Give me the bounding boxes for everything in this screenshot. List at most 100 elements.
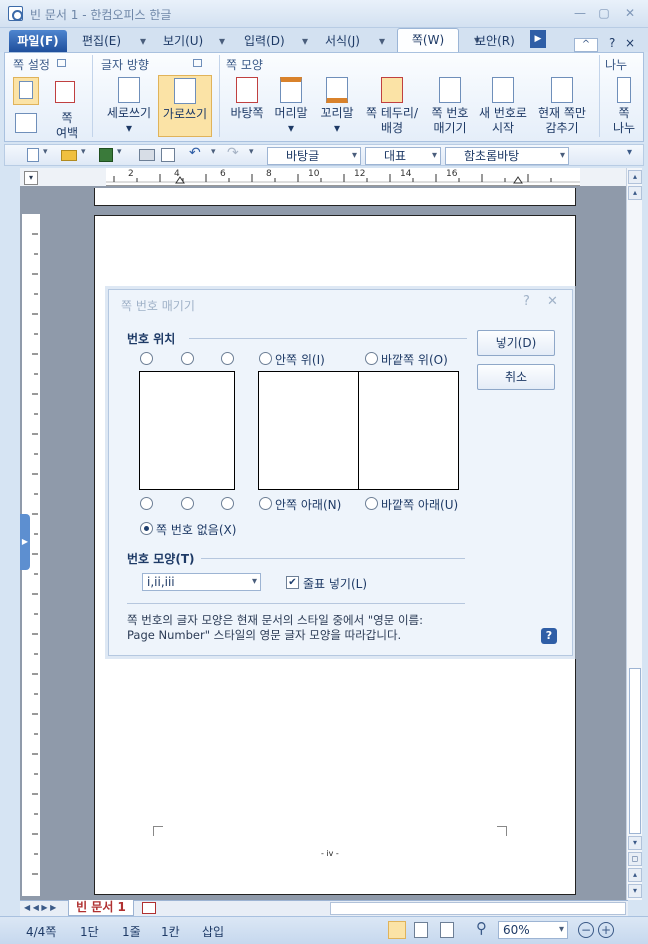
zoom-select[interactable]: 60% [498,921,568,939]
close-icon[interactable]: ✕ [622,6,638,20]
dash-checkbox[interactable]: ✔ [286,576,299,589]
horizontal-writing-button[interactable]: 가로쓰기 [158,75,212,137]
redo-icon[interactable]: ↷ [227,145,239,161]
chevron-down-icon[interactable]: ▾ [135,30,151,52]
restore-icon[interactable]: ▢ [596,6,612,20]
tab-prev-icon[interactable]: ◀ ◀ ▶ ▶ [24,903,56,912]
print-icon[interactable] [139,149,155,161]
page-border-background-button[interactable]: 쪽 테두리/ 배경 [359,77,425,136]
insert-button[interactable]: 넣기(D) [477,330,555,356]
page-border-icon[interactable] [55,81,75,103]
help-icon[interactable]: ? [523,294,530,309]
menu-page[interactable]: 쪽(W) ▾ [397,28,480,53]
menu-security[interactable]: 보안(R) [470,30,520,52]
help-icon[interactable]: ? [604,32,620,54]
horizontal-scrollbar[interactable] [330,902,626,915]
page-number-button[interactable]: 쪽 번호 매기기 [425,77,475,136]
chevron-down-icon[interactable]: ▾ [297,30,313,52]
chevron-down-icon[interactable]: ▾ [211,147,216,157]
hide-page-icon [551,77,573,103]
scroll-prev-page-icon[interactable]: ▴ [628,868,642,882]
quick-access-toolbar: ▾ ▾ ▾ ↶ ▾ ↷ ▾ 바탕글 대표 함초롬바탕 ▾ [4,144,644,166]
menu-format[interactable]: 서식(J) [320,30,365,52]
scroll-next-page-icon[interactable]: ▾ [628,884,642,898]
help-icon[interactable]: ? [541,628,557,644]
vertical-writing-button[interactable]: 세로쓰기 ▾ [103,77,155,136]
radio-outer-bottom[interactable] [365,497,378,510]
radio-bottom-left[interactable] [140,497,153,510]
margin-corner-mark [153,826,163,836]
cancel-button[interactable]: 취소 [477,364,555,390]
new-number-button[interactable]: 새 번호로 시작 [475,77,531,136]
radio-inner-bottom[interactable] [259,497,272,510]
document-tab[interactable]: 빈 문서 1 [68,900,134,916]
menu-edit[interactable]: 편집(E) [77,30,126,52]
radio-top-left[interactable] [140,352,153,365]
header-button[interactable]: 머리말 ▾ [269,77,313,136]
language-select[interactable]: 대표 [365,147,441,165]
save-icon[interactable] [99,148,113,162]
scroll-thumb[interactable] [629,668,641,834]
page-orientation-icon[interactable] [15,113,37,133]
radio-inner-top[interactable] [259,352,272,365]
chevron-down-icon[interactable]: ▾ [117,147,122,157]
window-title: 빈 문서 1 - 한컴오피스 한글 [30,8,172,22]
radio-no-page-number[interactable] [140,522,153,535]
radio-top-right[interactable] [221,352,234,365]
status-insert-mode[interactable]: 삽입 [202,923,224,940]
page-setup-button[interactable] [13,77,39,105]
page-number-icon [439,77,461,103]
dialog-launcher-icon[interactable] [193,59,202,67]
collapse-ribbon-icon[interactable]: ^ [574,38,598,52]
chevron-down-icon[interactable]: ▾ [374,30,390,52]
draft-view-icon[interactable] [440,922,454,938]
radio-top-center[interactable] [181,352,194,365]
page-break-button[interactable]: 쪽 나누 [609,77,639,136]
footer-button[interactable]: 꼬리말 ▾ [315,77,359,136]
style-select[interactable]: 바탕글 [267,147,361,165]
radio-bottom-center[interactable] [181,497,194,510]
page-margin-button[interactable]: 쪽 여백 [49,111,85,141]
scroll-down-icon[interactable]: ▾ [628,836,642,850]
page-view-icon[interactable] [388,921,406,939]
zoom-in-icon[interactable]: + [598,922,614,938]
new-tab-icon[interactable] [142,902,156,914]
radio-outer-top[interactable] [365,352,378,365]
chevron-down-icon[interactable]: ▾ [249,147,254,157]
more-menu-icon[interactable]: ▶ [530,30,546,48]
ruler-toggle-icon[interactable]: ▾ [24,171,38,185]
vertical-scrollbar[interactable]: ▴ ▴ ▾ ◻ ▴ ▾ [626,168,642,900]
scroll-top-icon[interactable]: ▴ [628,170,642,184]
menu-file[interactable]: 파일(F) [9,30,67,52]
new-document-icon[interactable] [27,148,39,162]
zoom-out-icon[interactable]: − [578,922,594,938]
chevron-down-icon[interactable]: ▾ [214,30,230,52]
hide-current-page-button[interactable]: 현재 쪽만 감추기 [533,77,591,136]
scroll-up-icon[interactable]: ▴ [628,186,642,200]
web-view-icon[interactable] [414,922,428,938]
menu-insert[interactable]: 입력(D) [239,30,290,52]
open-folder-icon[interactable] [61,150,77,161]
dialog-launcher-icon[interactable] [57,59,66,67]
inner-top-label: 안쪽 위(I) [275,353,325,367]
zoom-magnifier-icon[interactable]: ⚲ [476,919,487,937]
radio-bottom-right[interactable] [221,497,234,510]
scroll-page-mode-icon[interactable]: ◻ [628,852,642,866]
chevron-down-icon[interactable]: ▾ [81,147,86,157]
horizontal-ruler[interactable]: 2 4 6 8 10 12 14 16 [106,168,580,186]
master-page-button[interactable]: 바탕쪽 [227,77,267,121]
menu-view[interactable]: 보기(U) [158,30,208,52]
chevron-down-icon[interactable]: ▾ [43,147,48,157]
font-select[interactable]: 함초롬바탕 [445,147,569,165]
print-preview-icon[interactable] [161,148,175,162]
close-icon[interactable]: ✕ [547,294,558,309]
group-title-page-setup: 쪽 설정 [13,58,50,72]
close-doc-icon[interactable]: × [620,32,640,54]
minimize-icon[interactable]: — [572,6,588,20]
side-panel-toggle-icon[interactable]: ▶ [20,514,30,570]
ruler-label: 4 [174,169,180,179]
number-format-select[interactable]: i,ii,iii [142,573,261,591]
undo-icon[interactable]: ↶ [189,145,201,161]
document-tab-bar: ◀ ◀ ▶ ▶ 빈 문서 1 [20,900,628,916]
toolbar-overflow-icon[interactable]: ▾ [627,147,632,158]
